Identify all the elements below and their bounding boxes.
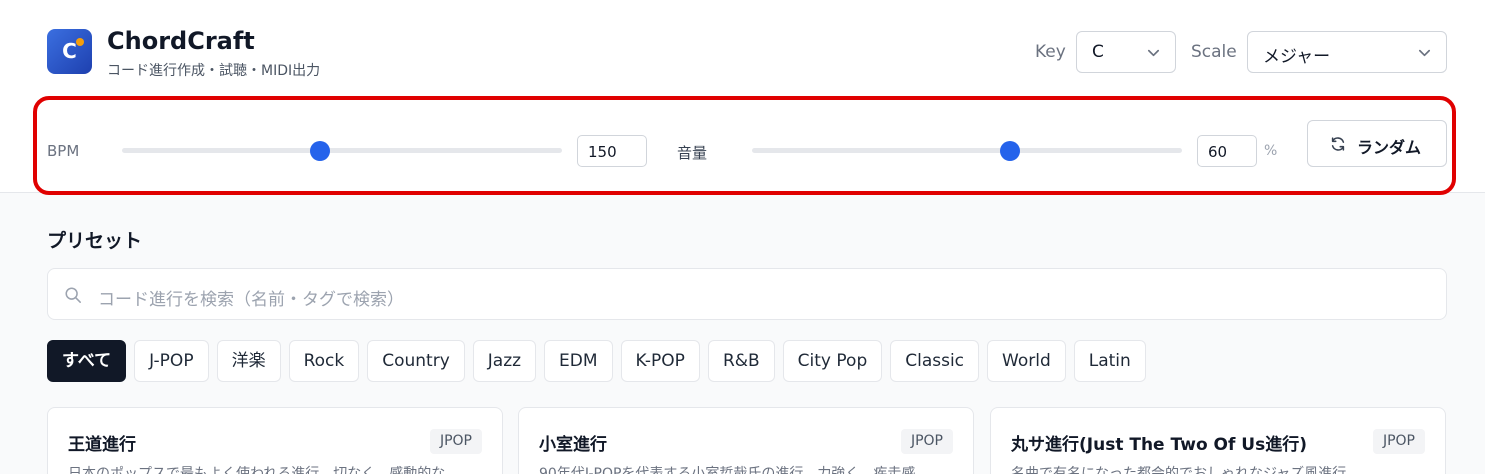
filter-chip[interactable]: World bbox=[987, 340, 1066, 382]
filter-chip[interactable]: K-POP bbox=[620, 340, 700, 382]
random-button[interactable]: ランダム bbox=[1307, 120, 1447, 167]
scale-select-value: メジャー bbox=[1263, 47, 1331, 67]
app-title: ChordCraft bbox=[107, 27, 255, 55]
bpm-input[interactable]: 150 bbox=[577, 135, 647, 167]
filter-chip[interactable]: Classic bbox=[890, 340, 980, 382]
preset-card-description: 90年代J-POPを代表する小室哲哉氏の進行。力強く、疾走感 bbox=[539, 466, 916, 474]
filter-chip[interactable]: Rock bbox=[288, 340, 360, 382]
volume-unit: % bbox=[1264, 143, 1278, 159]
scale-label: Scale bbox=[1191, 42, 1237, 62]
genre-filter-chips: すべて J-POP 洋楽 Rock Country Jazz EDM K-POP R&B City… bbox=[47, 340, 1146, 382]
preset-card-tag: JPOP bbox=[429, 429, 482, 454]
preset-card-tag: JPOP bbox=[900, 429, 953, 454]
filter-chip[interactable]: EDM bbox=[544, 340, 613, 382]
volume-label: 音量 bbox=[677, 144, 708, 162]
logo-letter: C bbox=[62, 39, 77, 63]
filter-chip[interactable]: Country bbox=[367, 340, 465, 382]
search-icon bbox=[65, 287, 81, 303]
bpm-slider-thumb[interactable] bbox=[310, 140, 330, 161]
filter-chip[interactable]: Jazz bbox=[472, 340, 537, 382]
app-subtitle: コード進行作成・試聴・MIDI出力 bbox=[107, 63, 321, 79]
filter-chip[interactable]: R&B bbox=[707, 340, 775, 382]
random-button-label: ランダム bbox=[1357, 138, 1422, 157]
preset-card-description: 名曲で有名になった都会的でおしゃれなジャズ風進行 bbox=[1011, 466, 1347, 474]
scale-select[interactable]: メジャー bbox=[1247, 31, 1447, 73]
bpm-label: BPM bbox=[47, 142, 80, 160]
preset-card[interactable]: 王道進行 JPOP 日本のポップスで最もよく使われる進行。切なく、感動的な bbox=[47, 407, 503, 474]
app-logo: C bbox=[47, 29, 92, 74]
preset-card-tag: JPOP bbox=[1372, 429, 1425, 454]
key-select[interactable]: C bbox=[1076, 31, 1176, 73]
search-placeholder: コード進行を検索（名前・タグで検索） bbox=[98, 290, 404, 310]
filter-chip[interactable]: J-POP bbox=[134, 340, 209, 382]
filter-chip[interactable]: 洋楽 bbox=[216, 340, 281, 382]
key-select-value: C bbox=[1092, 42, 1104, 62]
preset-card[interactable]: 丸サ進行(Just The Two Of Us進行) JPOP 名曲で有名になっ… bbox=[990, 407, 1446, 474]
chevron-down-icon bbox=[1147, 49, 1160, 57]
key-label: Key bbox=[1035, 42, 1066, 62]
refresh-icon bbox=[1331, 137, 1345, 151]
filter-chip[interactable]: City Pop bbox=[782, 340, 883, 382]
preset-card-title: 小室進行 bbox=[539, 435, 607, 455]
presets-title: プリセット bbox=[47, 230, 143, 252]
volume-input[interactable]: 60 bbox=[1197, 135, 1257, 167]
filter-chip[interactable]: すべて bbox=[47, 340, 127, 382]
preset-card-description: 日本のポップスで最もよく使われる進行。切なく、感動的な bbox=[68, 466, 446, 474]
chevron-down-icon bbox=[1418, 49, 1431, 57]
filter-chip[interactable]: Latin bbox=[1073, 340, 1146, 382]
volume-slider[interactable] bbox=[752, 140, 1182, 161]
preset-card-title: 王道進行 bbox=[68, 435, 136, 455]
volume-slider-thumb[interactable] bbox=[1000, 140, 1020, 161]
preset-card[interactable]: 小室進行 JPOP 90年代J-POPを代表する小室哲哉氏の進行。力強く、疾走感 bbox=[518, 407, 974, 474]
preset-search-input[interactable]: コード進行を検索（名前・タグで検索） bbox=[47, 268, 1447, 320]
logo-dot bbox=[76, 38, 84, 46]
preset-card-title: 丸サ進行(Just The Two Of Us進行) bbox=[1011, 435, 1307, 455]
bpm-slider[interactable] bbox=[122, 140, 562, 161]
